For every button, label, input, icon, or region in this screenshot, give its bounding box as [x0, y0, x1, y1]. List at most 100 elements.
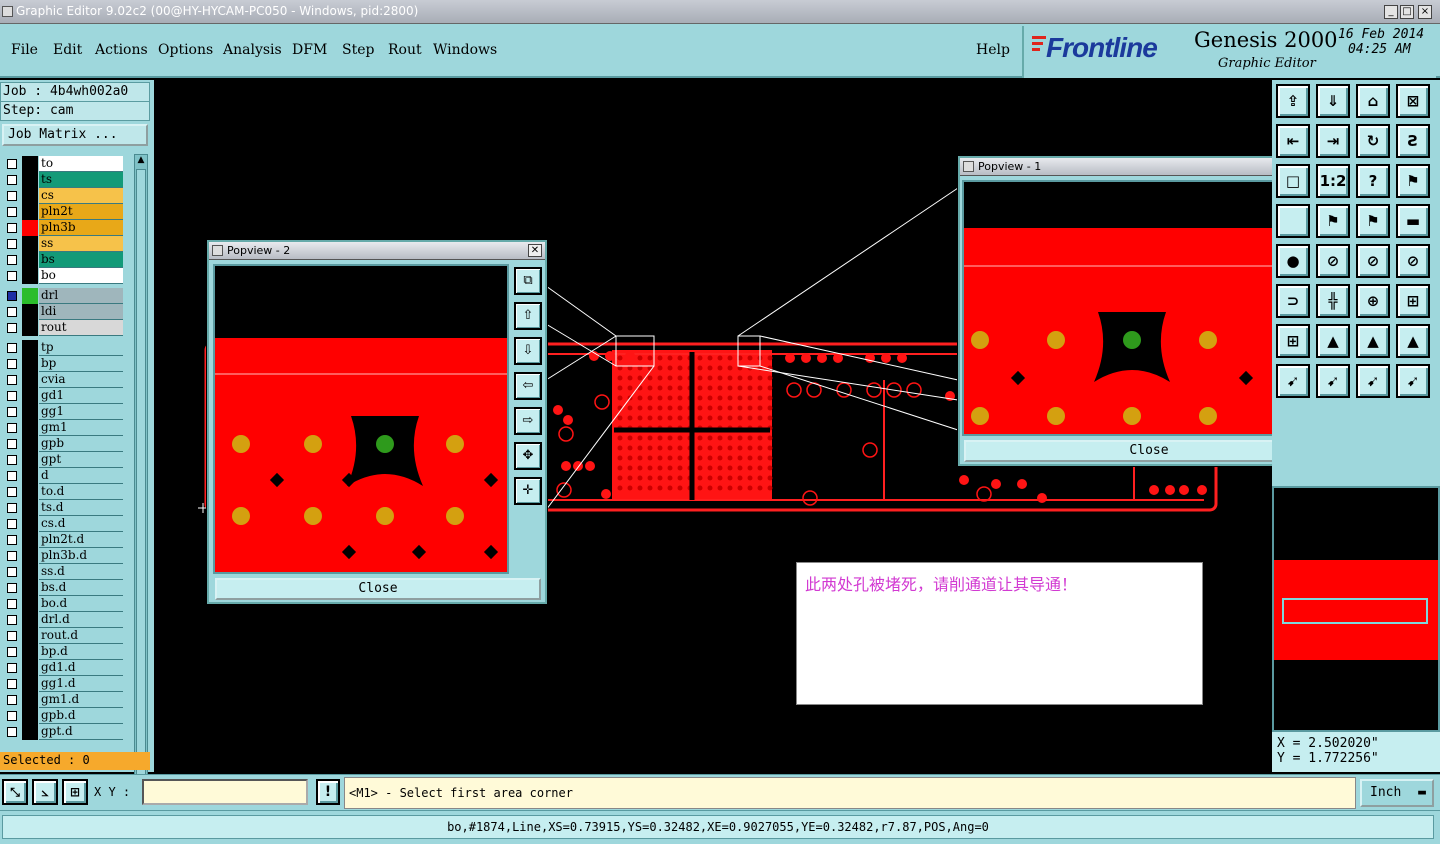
layer-row-rout[interactable]: rout: [4, 320, 123, 336]
layer-color-swatch[interactable]: [22, 188, 38, 204]
layer-color-swatch[interactable]: [22, 612, 38, 628]
layer-name[interactable]: gd1.d: [39, 660, 123, 676]
layer-checkbox[interactable]: [7, 631, 17, 641]
layer-color-swatch[interactable]: [22, 516, 38, 532]
tool-net-icon[interactable]: ⚑: [1316, 204, 1350, 238]
layer-checkbox[interactable]: [7, 323, 17, 333]
overview-viewport[interactable]: [1282, 598, 1428, 624]
snap-icon[interactable]: ⤡: [2, 779, 28, 805]
pv-pan-left-icon[interactable]: ⇦: [514, 372, 542, 400]
layer-row-gg1[interactable]: gg1: [4, 404, 123, 420]
layer-checkbox[interactable]: [7, 223, 17, 233]
layer-checkbox[interactable]: [7, 255, 17, 265]
layer-row-gpt[interactable]: gpt: [4, 452, 123, 468]
units-selector[interactable]: Inch ▬: [1360, 779, 1434, 807]
layer-color-swatch[interactable]: [22, 304, 38, 320]
layer-name[interactable]: gg1: [39, 404, 123, 420]
layer-row-tp[interactable]: tp: [4, 340, 123, 356]
layer-row-cs[interactable]: cs: [4, 188, 123, 204]
pv-pan-right-icon[interactable]: ⇨: [514, 407, 542, 435]
layer-checkbox[interactable]: [7, 503, 17, 513]
layer-color-swatch[interactable]: [22, 388, 38, 404]
layer-row-gpt-d[interactable]: gpt.d: [4, 724, 123, 740]
layer-checkbox[interactable]: [7, 455, 17, 465]
layer-color-swatch[interactable]: [22, 628, 38, 644]
layer-row-ts-d[interactable]: ts.d: [4, 500, 123, 516]
layer-name[interactable]: gpb: [39, 436, 123, 452]
layer-name[interactable]: pln2t: [39, 204, 123, 220]
tool-angle-icon[interactable]: ▲: [1316, 324, 1350, 358]
layer-name[interactable]: ss: [39, 236, 123, 252]
popview-1-view[interactable]: [962, 180, 1302, 436]
layer-checkbox[interactable]: [7, 487, 17, 497]
layer-color-swatch[interactable]: [22, 436, 38, 452]
layer-row-ts[interactable]: ts: [4, 172, 123, 188]
xy-input[interactable]: [142, 779, 308, 805]
layer-color-swatch[interactable]: [22, 676, 38, 692]
layer-checkbox[interactable]: [7, 359, 17, 369]
menu-rout[interactable]: Rout: [388, 42, 422, 58]
scroll-thumb[interactable]: [136, 169, 146, 809]
tool-select-icon[interactable]: ➹: [1396, 364, 1430, 398]
layer-checkbox[interactable]: [7, 727, 17, 737]
popview-2-view[interactable]: [213, 264, 509, 574]
layer-checkbox[interactable]: [7, 663, 17, 673]
menu-windows[interactable]: Windows: [433, 42, 497, 58]
layer-checkbox[interactable]: [7, 471, 17, 481]
tool-net-icon[interactable]: ⚑: [1356, 204, 1390, 238]
tool-scale-icon[interactable]: 1:2: [1316, 164, 1350, 198]
layer-color-swatch[interactable]: [22, 252, 38, 268]
layer-checkbox[interactable]: [7, 535, 17, 545]
layer-name[interactable]: bp.d: [39, 644, 123, 660]
layer-name[interactable]: drl: [39, 288, 123, 304]
layer-row-cvia[interactable]: cvia: [4, 372, 123, 388]
pv-zoom-home-icon[interactable]: ⧉: [514, 267, 542, 295]
layer-color-swatch[interactable]: [22, 156, 38, 172]
layer-row-pln2t-d[interactable]: pln2t.d: [4, 532, 123, 548]
layer-color-swatch[interactable]: [22, 564, 38, 580]
pv-zoom-in-icon[interactable]: ✥: [514, 442, 542, 470]
layer-row-gm1-d[interactable]: gm1.d: [4, 692, 123, 708]
layer-color-swatch[interactable]: [22, 420, 38, 436]
layer-name[interactable]: ts: [39, 172, 123, 188]
layer-checkbox[interactable]: [7, 291, 17, 301]
close-window-button[interactable]: ×: [1418, 5, 1432, 19]
job-matrix-button[interactable]: Job Matrix ...: [2, 124, 148, 146]
layer-row-bo-d[interactable]: bo.d: [4, 596, 123, 612]
layer-row-pln2t[interactable]: pln2t: [4, 204, 123, 220]
layer-name[interactable]: gm1.d: [39, 692, 123, 708]
layer-row-drl-d[interactable]: drl.d: [4, 612, 123, 628]
tool-blank[interactable]: [1276, 204, 1310, 238]
layer-color-swatch[interactable]: [22, 268, 38, 284]
layer-checkbox[interactable]: [7, 519, 17, 529]
layer-checkbox[interactable]: [7, 551, 17, 561]
layer-name[interactable]: gg1.d: [39, 676, 123, 692]
layer-row-gd1-d[interactable]: gd1.d: [4, 660, 123, 676]
layer-checkbox[interactable]: [7, 191, 17, 201]
layer-name[interactable]: rout: [39, 320, 123, 336]
layer-row-gpb[interactable]: gpb: [4, 436, 123, 452]
layer-row-bo[interactable]: bo: [4, 268, 123, 284]
layer-name[interactable]: cs.d: [39, 516, 123, 532]
layer-row-drl[interactable]: drl: [4, 288, 123, 304]
layer-checkbox[interactable]: [7, 307, 17, 317]
tool-via-icon[interactable]: ⊘: [1316, 244, 1350, 278]
menu-analysis[interactable]: Analysis: [223, 42, 282, 58]
layer-color-swatch[interactable]: [22, 596, 38, 612]
layer-row-bp-d[interactable]: bp.d: [4, 644, 123, 660]
layer-color-swatch[interactable]: [22, 452, 38, 468]
tool-zoom-right-icon[interactable]: ⇥: [1316, 124, 1350, 158]
layer-color-swatch[interactable]: [22, 692, 38, 708]
layer-name[interactable]: gpt: [39, 452, 123, 468]
layer-name[interactable]: tp: [39, 340, 123, 356]
warning-icon[interactable]: !: [316, 779, 340, 805]
tool-snap-icon[interactable]: ⊕: [1356, 284, 1390, 318]
layer-row-gd1[interactable]: gd1: [4, 388, 123, 404]
layer-name[interactable]: bo.d: [39, 596, 123, 612]
layer-color-swatch[interactable]: [22, 724, 38, 740]
layer-name[interactable]: pln3b.d: [39, 548, 123, 564]
pv-pan-down-icon[interactable]: ⇩: [514, 337, 542, 365]
menu-step[interactable]: Step: [342, 42, 374, 58]
layer-checkbox[interactable]: [7, 175, 17, 185]
layer-color-swatch[interactable]: [22, 532, 38, 548]
